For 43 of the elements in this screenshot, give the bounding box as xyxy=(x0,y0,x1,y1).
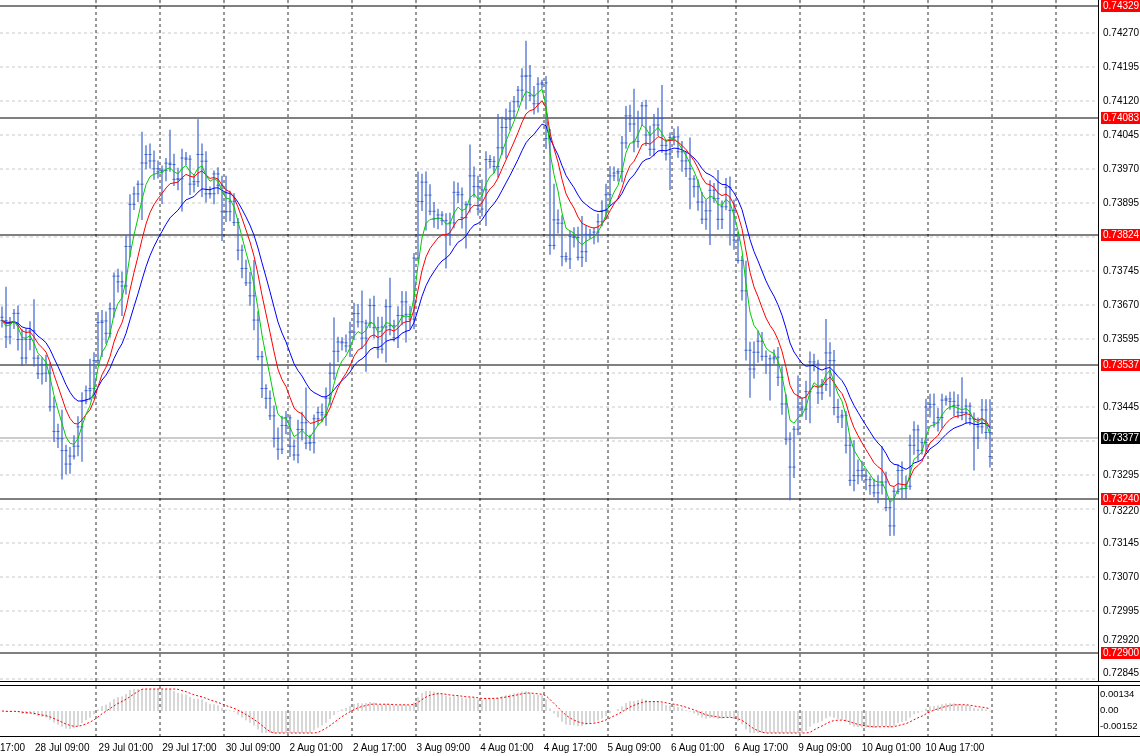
price-level-label: 0.74329 xyxy=(1101,0,1140,12)
price-tick-label: 0.73145 xyxy=(1103,537,1140,549)
price-tick-label: 0.73070 xyxy=(1103,571,1140,583)
time-axis-label: 6 Aug 17:00 xyxy=(734,741,788,754)
price-tick-label: 0.73895 xyxy=(1103,197,1140,209)
time-axis-label: 17:00 xyxy=(0,741,26,754)
price-level-label: 0.73537 xyxy=(1101,359,1140,371)
time-axis-label: 29 Jul 17:00 xyxy=(162,741,217,754)
price-tick-label: 0.73745 xyxy=(1103,265,1140,277)
time-axis-label: 4 Aug 17:00 xyxy=(543,741,598,754)
time-axis-label: 2 Aug 01:00 xyxy=(289,741,343,754)
time-axis-label: 5 Aug 09:00 xyxy=(607,741,661,754)
price-level-label: 0.73240 xyxy=(1101,493,1140,505)
time-axis-label: 10 Aug 01:00 xyxy=(861,741,921,754)
time-axis-label: 4 Aug 01:00 xyxy=(480,741,534,754)
time-axis-label: 6 Aug 01:00 xyxy=(671,741,725,754)
time-axis-label: 29 Jul 01:00 xyxy=(98,741,154,754)
price-tick-label: 0.73670 xyxy=(1103,299,1140,311)
time-axis-label: 9 Aug 09:00 xyxy=(798,741,852,754)
time-axis-label: 2 Aug 17:00 xyxy=(353,741,407,754)
indicator-tick-label: 0.00 xyxy=(1100,704,1119,716)
price-tick-label: 0.72995 xyxy=(1103,605,1140,617)
price-tick-label: 0.74195 xyxy=(1103,61,1140,73)
time-axis-label: 3 Aug 09:00 xyxy=(416,741,470,754)
price-level-label: 0.73824 xyxy=(1101,229,1140,241)
price-tick-label: 0.73970 xyxy=(1103,163,1140,175)
price-level-label: 0.72900 xyxy=(1101,647,1140,659)
time-axis-label: 28 Jul 09:00 xyxy=(35,741,90,754)
price-tick-label: 0.73220 xyxy=(1103,505,1140,517)
indicator-tick-label: -0.00152 xyxy=(1100,720,1138,732)
indicator-tick-label: 0.00134 xyxy=(1100,688,1135,700)
price-tick-label: 0.74270 xyxy=(1103,27,1140,39)
price-tick-label: 0.72845 xyxy=(1103,667,1140,679)
price-level-label: 0.73377 xyxy=(1101,432,1140,444)
price-tick-label: 0.74120 xyxy=(1103,95,1140,107)
price-tick-label: 0.73295 xyxy=(1103,469,1140,481)
price-tick-label: 0.72920 xyxy=(1103,634,1140,646)
time-axis-label: 10 Aug 17:00 xyxy=(925,741,985,754)
price-tick-label: 0.74045 xyxy=(1103,129,1140,141)
price-tick-label: 0.73445 xyxy=(1103,401,1140,413)
price-level-label: 0.74083 xyxy=(1101,112,1140,124)
price-tick-label: 0.73595 xyxy=(1103,333,1140,345)
time-axis-label: 30 Jul 09:00 xyxy=(225,741,281,754)
